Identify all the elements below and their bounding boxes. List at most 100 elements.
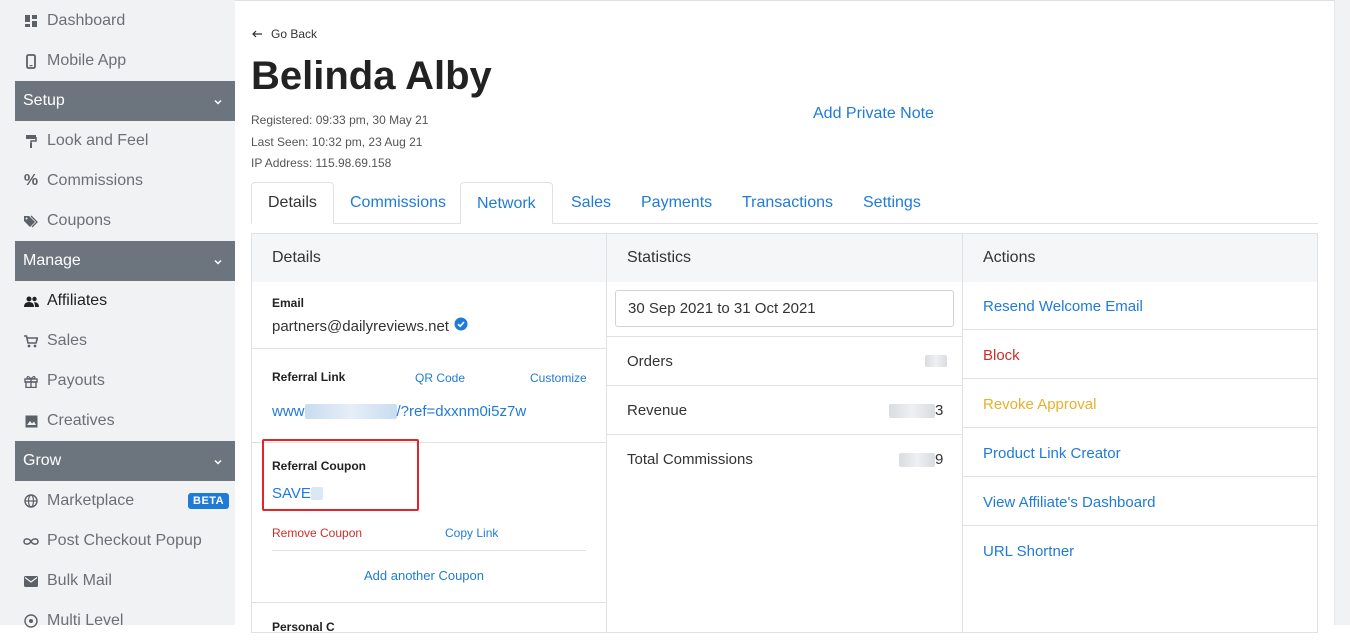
dashboard-icon [15,15,47,27]
view-affiliate-dashboard-link[interactable]: View Affiliate's Dashboard [983,494,1155,511]
shopping-cart-icon [15,334,47,348]
url-shortner-link[interactable]: URL Shortner [983,543,1074,560]
go-back-link[interactable]: Go Back [252,27,317,41]
nav-affiliates-label: Affiliates [47,292,108,309]
statistics-panel-header: Statistics [607,234,962,282]
paint-roller-icon [15,134,47,148]
divider [607,385,962,386]
nav-marketplace[interactable]: Marketplace BETA [15,481,235,521]
nav-dashboard[interactable]: Dashboard [15,1,235,41]
page-title: Belinda Alby [251,54,492,98]
arrow-left-icon [252,27,263,41]
nav-payouts-label: Payouts [47,372,105,389]
chevron-down-icon [213,454,223,472]
orders-label: Orders [627,353,673,370]
statistics-panel: Statistics 30 Sep 2021 to 31 Oct 2021 Or… [606,233,963,633]
tags-icon [15,215,47,228]
referral-link-prefix: www [272,403,305,420]
divider [252,602,606,603]
nav-commissions[interactable]: % Commissions [15,161,235,201]
tab-sales[interactable]: Sales [555,182,627,224]
email-row: partners@dailyreviews.net [272,317,468,335]
section-setup[interactable]: Setup [15,81,235,121]
nav-marketplace-label: Marketplace [47,492,135,509]
nav-sales-label: Sales [47,332,88,349]
nav-mobile-app[interactable]: Mobile App [15,41,235,81]
percent-icon: % [23,172,39,189]
tab-commissions[interactable]: Commissions [334,182,462,224]
total-commissions-label: Total Commissions [627,451,753,468]
referral-link-value[interactable]: www /?ref=dxxnm0i5z7w [272,403,526,420]
next-section-label: Personal C [272,620,335,634]
last-seen-date: Last Seen: 10:32 pm, 23 Aug 21 [251,135,423,149]
section-grow-label: Grow [23,452,62,469]
nav-creatives[interactable]: Creatives [15,401,235,441]
nav-post-checkout-popup-label: Post Checkout Popup [47,532,202,549]
tab-details[interactable]: Details [251,182,334,224]
referral-link-suffix: /?ref=dxxnm0i5z7w [396,403,527,420]
redacted-block [899,452,935,467]
referral-link-label: Referral Link [272,370,346,384]
tab-transactions[interactable]: Transactions [726,182,849,224]
product-link-creator-link[interactable]: Product Link Creator [983,445,1121,462]
globe-icon [15,494,47,508]
divider [607,434,962,435]
tab-network[interactable]: Network [460,182,553,224]
orders-value-redacted [925,355,947,367]
revoke-approval-link[interactable]: Revoke Approval [983,396,1096,413]
mobile-phone-icon [15,53,47,69]
email-label: Email [272,296,305,310]
network-icon [15,614,47,628]
highlight-box [262,439,419,511]
registered-date: Registered: 09:33 pm, 30 May 21 [251,113,429,127]
section-manage[interactable]: Manage [15,241,235,281]
remove-coupon-link[interactable]: Remove Coupon [272,526,362,540]
nav-coupons-label: Coupons [47,212,112,229]
block-link[interactable]: Block [983,347,1020,364]
nav-sales[interactable]: Sales [15,321,235,361]
nav-payouts[interactable]: Payouts [15,361,235,401]
actions-panel: Actions Resend Welcome Email Block Revok… [962,233,1318,633]
nav-affiliates[interactable]: Affiliates [15,281,235,321]
add-another-coupon-link[interactable]: Add another Coupon [364,568,484,583]
nav-coupons[interactable]: Coupons [15,201,235,241]
tab-payments[interactable]: Payments [625,182,728,224]
resend-welcome-email-link[interactable]: Resend Welcome Email [983,298,1143,315]
total-commissions-value: 9 [899,451,943,468]
nav-multi-level[interactable]: Multi Level [15,601,235,641]
details-panel-header: Details [252,234,606,282]
email-value: partners@dailyreviews.net [272,317,449,335]
revenue-label: Revenue [627,402,688,419]
add-private-note-link[interactable]: Add Private Note [813,105,934,123]
nav-look-and-feel[interactable]: Look and Feel [15,121,235,161]
scrollbar-track[interactable] [1335,0,1350,625]
ip-address: IP Address: 115.98.69.158 [251,156,392,170]
redacted-block [889,403,935,418]
main-content: Go Back Belinda Alby Registered: 09:33 p… [235,0,1335,634]
divider [963,329,1317,330]
divider [963,427,1317,428]
tab-settings[interactable]: Settings [847,182,937,224]
divider [252,348,606,349]
sidebar: Dashboard Mobile App Setup Look and Feel… [0,0,235,629]
nav-bulk-mail-label: Bulk Mail [47,572,112,589]
redacted-block [304,404,397,419]
divider [963,525,1317,526]
users-icon [15,296,47,307]
nav-mobile-app-label: Mobile App [47,52,127,69]
section-manage-label: Manage [23,252,81,269]
nav-commissions-label: Commissions [47,172,144,189]
beta-badge: BETA [188,493,230,509]
date-range-input[interactable]: 30 Sep 2021 to 31 Oct 2021 [615,290,954,327]
gift-icon [15,375,47,388]
nav-creatives-label: Creatives [47,412,115,429]
copy-link-button[interactable]: Copy Link [445,526,498,540]
nav-bulk-mail[interactable]: Bulk Mail [15,561,235,601]
section-setup-label: Setup [23,92,65,109]
verified-check-icon [454,317,468,335]
section-grow[interactable]: Grow [15,441,235,481]
customize-link[interactable]: Customize [530,371,587,385]
divider [963,378,1317,379]
qr-code-link[interactable]: QR Code [415,371,465,385]
nav-post-checkout-popup[interactable]: Post Checkout Popup [15,521,235,561]
